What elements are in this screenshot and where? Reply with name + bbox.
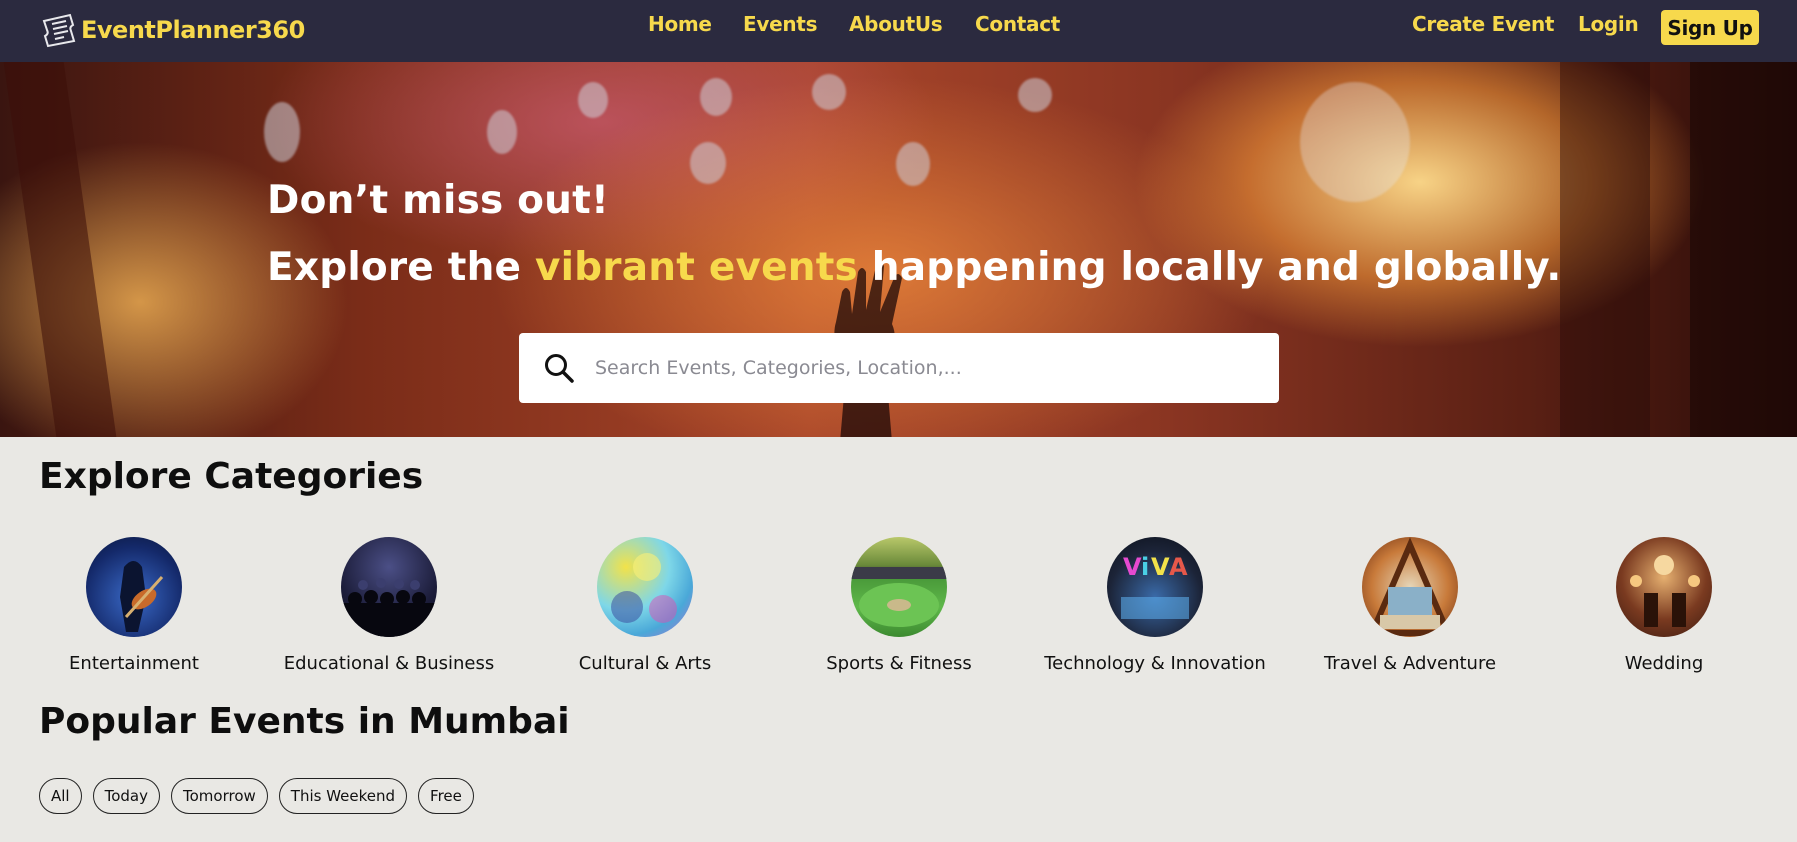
tent-figure bbox=[1367, 537, 1453, 636]
brand-logo[interactable]: EventPlanner360 bbox=[40, 10, 305, 50]
stage-truss bbox=[1560, 62, 1650, 437]
category-cultural-arts-image bbox=[597, 537, 693, 637]
category-travel-adventure-image bbox=[1362, 537, 1458, 637]
category-label: Wedding bbox=[1624, 653, 1704, 674]
category-travel-adventure[interactable]: Travel & Adventure bbox=[1295, 537, 1525, 674]
bokeh-light bbox=[264, 102, 300, 162]
hero-banner: Don’t miss out! Explore the vibrant even… bbox=[0, 62, 1797, 437]
nav-link-contact[interactable]: Contact bbox=[975, 12, 1060, 36]
category-label: Sports & Fitness bbox=[826, 653, 972, 674]
nav-link-aboutus[interactable]: AboutUs bbox=[849, 12, 943, 36]
filter-chip-tomorrow[interactable]: Tomorrow bbox=[171, 778, 268, 814]
svg-text:V: V bbox=[1123, 553, 1142, 581]
svg-text:i: i bbox=[1141, 553, 1149, 581]
event-filter-chips: All Today Tomorrow This Weekend Free bbox=[39, 778, 474, 814]
audience-figure bbox=[341, 578, 437, 637]
hero-subheadline: Explore the vibrant events happening loc… bbox=[267, 245, 1561, 290]
search-icon[interactable] bbox=[543, 352, 575, 384]
search-input[interactable] bbox=[595, 348, 1255, 388]
filter-chip-all[interactable]: All bbox=[39, 778, 82, 814]
nav-link-events[interactable]: Events bbox=[743, 12, 817, 36]
category-label: Travel & Adventure bbox=[1323, 653, 1497, 674]
signup-button[interactable]: Sign Up bbox=[1661, 10, 1759, 45]
svg-text:A: A bbox=[1169, 553, 1188, 581]
filter-chip-today[interactable]: Today bbox=[92, 778, 160, 814]
category-wedding-image bbox=[1616, 537, 1712, 637]
bokeh-light bbox=[896, 142, 930, 186]
bokeh-light bbox=[578, 82, 608, 118]
bokeh-light bbox=[1018, 78, 1052, 112]
stage-truss bbox=[3, 62, 117, 437]
color-festival-figure bbox=[611, 553, 677, 623]
category-educational-business[interactable]: Educational & Business bbox=[274, 537, 504, 674]
category-label: Educational & Business bbox=[283, 653, 495, 674]
hero-subheadline-suffix: happening locally and globally. bbox=[857, 245, 1562, 290]
filter-chip-free[interactable]: Free bbox=[418, 778, 474, 814]
category-entertainment-image bbox=[86, 537, 182, 637]
category-entertainment[interactable]: Entertainment bbox=[19, 537, 249, 674]
hero-subheadline-highlight: vibrant events bbox=[534, 245, 858, 290]
category-label: Technology & Innovation bbox=[1044, 653, 1266, 674]
filter-chip-this-weekend[interactable]: This Weekend bbox=[278, 778, 408, 814]
wedding-decor-figure bbox=[1630, 555, 1700, 627]
categories-heading: Explore Categories bbox=[39, 456, 424, 497]
bokeh-light bbox=[487, 110, 517, 154]
category-label: Cultural & Arts bbox=[578, 653, 712, 674]
guitarist-figure bbox=[120, 561, 164, 632]
create-event-link[interactable]: Create Event bbox=[1412, 12, 1554, 36]
brand-name: EventPlanner360 bbox=[81, 16, 305, 44]
category-cultural-arts[interactable]: Cultural & Arts bbox=[530, 537, 760, 674]
ticket-icon bbox=[42, 13, 76, 48]
search-bar bbox=[519, 333, 1279, 403]
category-technology-innovation[interactable]: V i V A Technology & Innovation bbox=[1040, 537, 1270, 674]
bokeh-light bbox=[700, 78, 732, 116]
svg-text:V: V bbox=[1151, 553, 1170, 581]
popular-events-heading: Popular Events in Mumbai bbox=[39, 701, 570, 742]
nav-link-home[interactable]: Home bbox=[648, 12, 712, 36]
bokeh-light bbox=[1300, 82, 1410, 202]
category-sports-fitness-image bbox=[851, 537, 947, 637]
category-educational-business-image bbox=[341, 537, 437, 637]
category-sports-fitness[interactable]: Sports & Fitness bbox=[784, 537, 1014, 674]
top-navbar: EventPlanner360 Home Events AboutUs Cont… bbox=[0, 0, 1797, 62]
tech-expo-figure: V i V A bbox=[1121, 553, 1189, 619]
hero-subheadline-prefix: Explore the bbox=[267, 245, 535, 290]
hero-headline: Don’t miss out! bbox=[267, 178, 609, 223]
category-wedding[interactable]: Wedding bbox=[1549, 537, 1779, 674]
login-link[interactable]: Login bbox=[1578, 12, 1639, 36]
stadium-figure bbox=[851, 567, 947, 627]
stage-truss bbox=[1690, 62, 1797, 437]
category-label: Entertainment bbox=[69, 653, 199, 674]
bokeh-light bbox=[690, 142, 726, 184]
bokeh-light bbox=[812, 74, 846, 110]
category-technology-innovation-image: V i V A bbox=[1107, 537, 1203, 637]
